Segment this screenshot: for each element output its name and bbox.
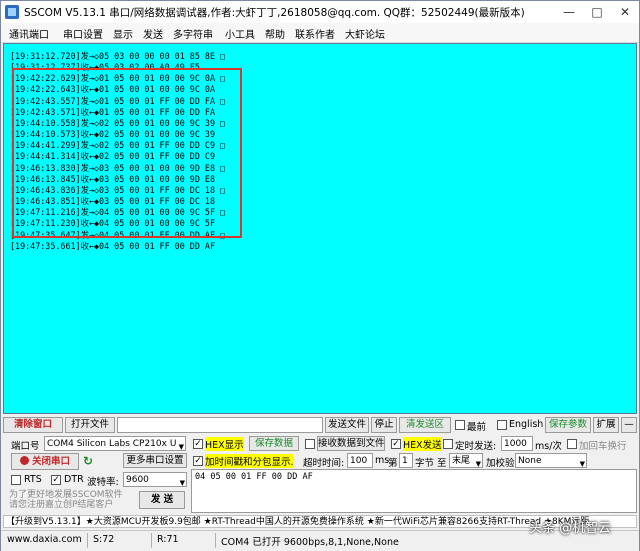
baud-select-value: 9600 xyxy=(126,475,149,485)
menu-tools[interactable]: 小工具 xyxy=(225,26,255,41)
highlight-box xyxy=(12,68,242,238)
close-port-label: 关闭串口 xyxy=(31,456,70,467)
app-icon xyxy=(5,5,19,19)
dtr-label: DTR xyxy=(64,474,84,485)
baud-label: 波特率: xyxy=(87,477,119,488)
english-checkbox[interactable] xyxy=(497,420,507,430)
chevron-down-icon: ▼ xyxy=(179,479,185,487)
receive-line: [19:47:35.661]收←◆04 05 00 01 FF 00 DD AF xyxy=(10,240,216,251)
hex-display-label: HEX显示 xyxy=(205,437,244,451)
chevron-down-icon: ▼ xyxy=(475,460,481,468)
collapse-button[interactable]: — xyxy=(621,417,637,433)
send-input[interactable]: 04 05 00 01 FF 00 DD AF xyxy=(191,469,637,513)
port-select[interactable]: COM4 Silicon Labs CP210x U ▼ xyxy=(44,436,186,451)
interval-input[interactable]: 1000 xyxy=(501,436,533,451)
promo-text: 为了更好地发展SSCOM软件 请您注册嘉立创P结尾客户 xyxy=(9,490,123,510)
menu-comm-port[interactable]: 通讯端口 xyxy=(9,26,49,41)
record-icon xyxy=(19,456,29,465)
maximize-button[interactable]: □ xyxy=(583,1,611,23)
menu-multi-string[interactable]: 多字符串 xyxy=(173,26,213,41)
nth-label: 第 xyxy=(388,458,398,469)
watermark: 头条 @机智云 xyxy=(529,521,612,536)
checksum-label: 加校验 xyxy=(486,458,515,469)
end-select-value: 末尾 xyxy=(452,456,471,466)
port-label: 端口号 xyxy=(11,441,40,452)
checksum-select[interactable]: None ▼ xyxy=(515,453,587,468)
checksum-select-value: None xyxy=(518,456,542,466)
open-file-button[interactable]: 打开文件 xyxy=(65,417,115,433)
byte-label: 字节 xyxy=(415,458,435,469)
timestamp-checkbox[interactable]: ✓ xyxy=(193,456,203,466)
to-label: 至 xyxy=(437,458,447,469)
send-file-button[interactable]: 发送文件 xyxy=(325,417,369,433)
receive-area[interactable]: [19:31:12.720]发→◇05 03 00 00 00 01 85 8E… xyxy=(3,43,637,414)
port-select-value: COM4 Silicon Labs CP210x U xyxy=(47,439,177,449)
save-params-button[interactable]: 保存参数 xyxy=(545,417,591,433)
hex-send-label: HEX发送 xyxy=(403,437,442,451)
hex-send-checkbox[interactable]: ✓ xyxy=(391,439,401,449)
app-window: SSCOM V5.13.1 串口/网络数据调试器,作者:大虾丁丁,2618058… xyxy=(0,0,640,551)
receive-line: [19:31:12.720]发→◇05 03 00 00 00 01 85 8E… xyxy=(10,51,226,61)
timestamp-label: 加时间戳和分包显示. xyxy=(205,454,294,468)
clear-send-button[interactable]: 清发送区 xyxy=(399,417,451,433)
more-port-settings-button[interactable]: 更多串口设置 xyxy=(123,453,187,468)
top-most-label: 最前 xyxy=(467,422,487,433)
end-select[interactable]: 末尾 ▼ xyxy=(449,453,483,468)
menu-port-settings[interactable]: 串口设置 xyxy=(63,26,103,41)
timed-send-label: 定时发送: xyxy=(455,441,497,452)
menu-display[interactable]: 显示 xyxy=(113,26,133,41)
hex-display-checkbox[interactable]: ✓ xyxy=(193,439,203,449)
nth-byte-input[interactable]: 1 xyxy=(399,453,413,468)
rts-checkbox[interactable] xyxy=(11,475,21,485)
rts-label: RTS xyxy=(24,474,42,485)
refresh-icon[interactable]: ↻ xyxy=(83,454,93,468)
chevron-down-icon: ▼ xyxy=(579,460,585,468)
send-button[interactable]: 发 送 xyxy=(139,491,185,509)
recv-to-file-button[interactable]: 接收数据到文件 xyxy=(317,436,385,451)
clear-window-button[interactable]: 清除窗口 xyxy=(3,417,63,433)
title-bar: SSCOM V5.13.1 串口/网络数据调试器,作者:大虾丁丁,2618058… xyxy=(1,1,639,23)
dtr-checkbox[interactable]: ✓ xyxy=(51,475,61,485)
timeout-label: 超时时间: xyxy=(303,458,345,469)
add-return-label: 加回车换行 xyxy=(579,441,627,452)
minimize-button[interactable]: — xyxy=(555,1,583,23)
menu-contact-author[interactable]: 联系作者 xyxy=(295,26,335,41)
stop-button[interactable]: 停止 xyxy=(371,417,397,433)
timeout-input[interactable]: 100 xyxy=(347,453,373,468)
expand-button[interactable]: 扩展 xyxy=(593,417,619,433)
recv-to-file-checkbox[interactable] xyxy=(305,439,315,449)
english-label: English xyxy=(509,419,544,430)
close-button[interactable]: ✕ xyxy=(611,1,639,23)
top-most-checkbox[interactable] xyxy=(455,420,465,430)
menu-forum[interactable]: 大虾论坛 xyxy=(345,26,385,41)
status-recv-count: R:71 xyxy=(157,534,179,545)
interval-unit: ms/次 xyxy=(535,441,562,452)
save-data-button[interactable]: 保存数据 xyxy=(249,436,299,451)
close-port-button[interactable]: 关闭串口 xyxy=(11,453,79,470)
status-sent-count: S:72 xyxy=(93,534,115,545)
status-port-state: COM4 已打开 9600bps,8,1,None,None xyxy=(221,537,399,548)
menu-help[interactable]: 帮助 xyxy=(265,26,285,41)
window-title: SSCOM V5.13.1 串口/网络数据调试器,作者:大虾丁丁,2618058… xyxy=(24,7,525,19)
menu-bar: 通讯端口 串口设置 显示 发送 多字符串 小工具 帮助 联系作者 大虾论坛 xyxy=(1,23,639,43)
chevron-down-icon: ▼ xyxy=(178,443,184,451)
baud-select[interactable]: 9600 ▼ xyxy=(123,472,187,487)
add-return-checkbox[interactable] xyxy=(567,439,577,449)
file-path-input[interactable] xyxy=(117,417,323,433)
timed-send-checkbox[interactable] xyxy=(443,439,453,449)
menu-send[interactable]: 发送 xyxy=(143,26,163,41)
status-website[interactable]: www.daxia.com xyxy=(7,534,82,545)
